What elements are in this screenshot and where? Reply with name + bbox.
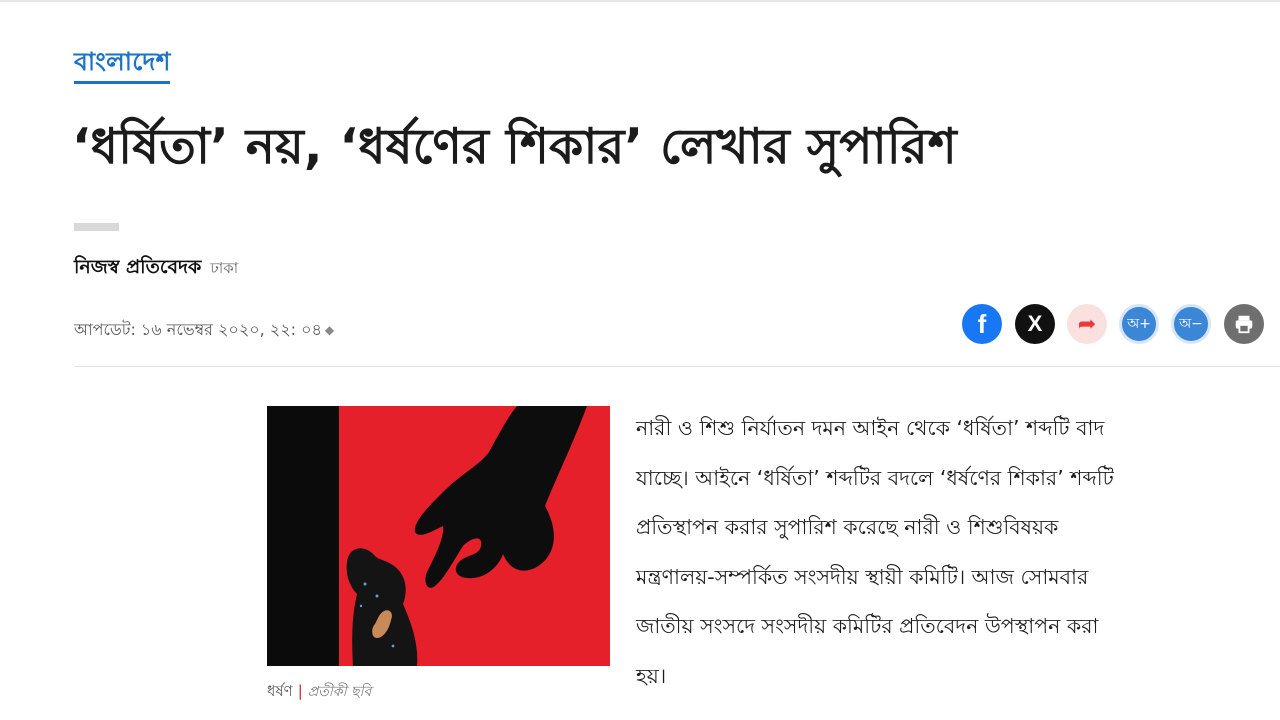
update-time: আপডেট: ১৬ নভেম্বর ২০২০, ২২: ০৪ ◆ [74, 317, 334, 344]
caption-separator: | [297, 682, 303, 700]
font-decrease-label: অ− [1179, 316, 1203, 332]
update-time-text: আপডেট: ১৬ নভেম্বর ২০২০, ২২: ০৪ [74, 320, 322, 339]
section-link[interactable]: বাংলাদেশ [74, 42, 171, 85]
print-button[interactable] [1224, 304, 1264, 344]
top-border [0, 0, 1280, 2]
illustration [267, 406, 610, 666]
share-button[interactable]: ➦ [1067, 304, 1107, 344]
font-increase-label: অ+ [1127, 316, 1151, 332]
print-icon [1235, 315, 1253, 334]
caption-title: ধর্ষণ [267, 682, 293, 700]
content-divider [74, 366, 1280, 367]
article-image[interactable] [267, 406, 610, 666]
image-caption: ধর্ষণ | প্রতীকী ছবি [267, 680, 371, 705]
facebook-share-button[interactable]: f [962, 304, 1002, 344]
author-location: ঢাকা [210, 259, 239, 277]
share-arrow-icon: ➦ [1077, 311, 1097, 337]
caption-subtitle: প্রতীকী ছবি [307, 684, 372, 700]
font-decrease-button[interactable]: অ− [1171, 304, 1211, 344]
byline: নিজস্ব প্রতিবেদক ঢাকা [74, 253, 238, 285]
sort-icon[interactable]: ◆ [325, 323, 334, 337]
headline: ‘ধর্ষিতা’ নয়, ‘ধর্ষণের শিকার’ লেখার সুপ… [72, 118, 957, 175]
headline-divider [74, 223, 119, 231]
x-icon: X [1027, 311, 1043, 336]
font-increase-button[interactable]: অ+ [1119, 304, 1159, 344]
author-name[interactable]: নিজস্ব প্রতিবেদক [74, 256, 201, 278]
x-share-button[interactable]: X [1015, 304, 1055, 344]
section-underline [74, 81, 170, 84]
article-paragraph: নারী ও শিশু নির্যাতন দমন আইন থেকে ‘ধর্ষি… [636, 416, 1114, 688]
facebook-icon: f [977, 308, 987, 339]
